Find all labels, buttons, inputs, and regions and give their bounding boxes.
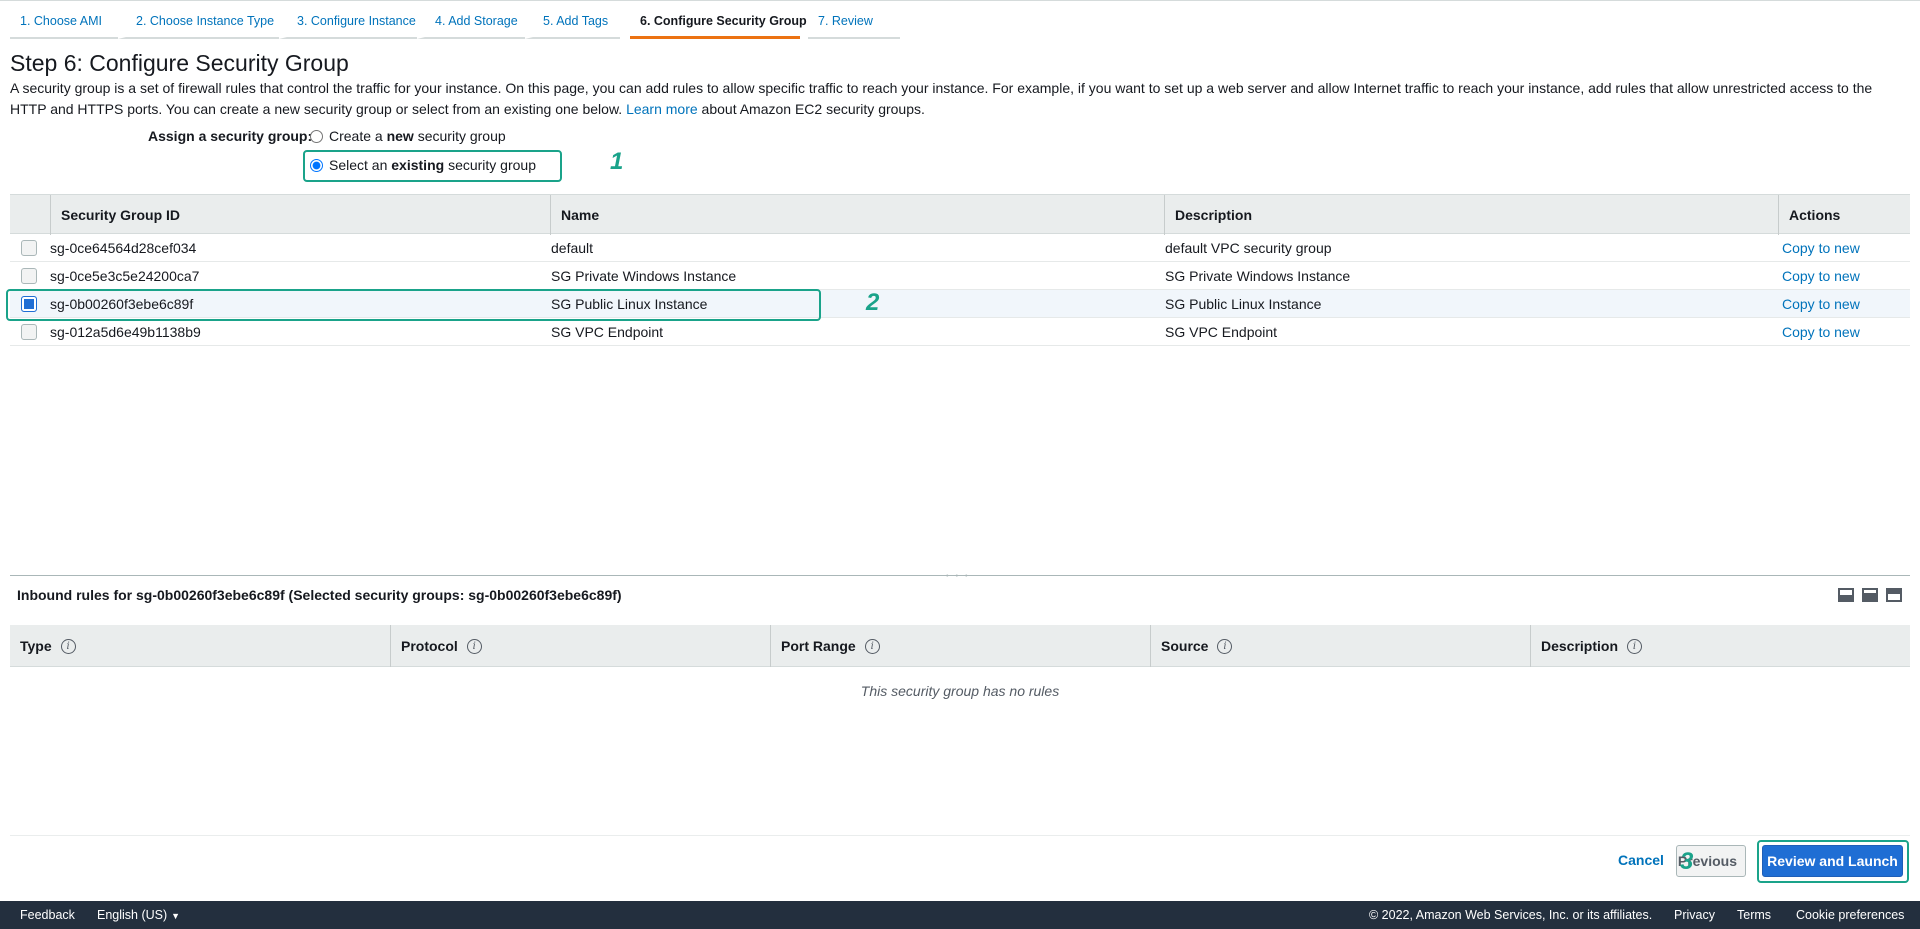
wizard-tabs: 1. Choose AMI 2. Choose Instance Type 3.… [0,0,1920,39]
sg-name: SG VPC Endpoint [551,324,664,340]
tab-configure-security-group[interactable]: 6. Configure Security Group [630,11,807,39]
caret-down-icon: ▼ [171,911,181,921]
annotation-box-1 [303,150,562,182]
rules-col-port-range-label: Port Range [781,638,856,654]
row-checkbox[interactable] [21,268,37,284]
copy-to-new-link[interactable]: Copy to new [1782,318,1860,346]
info-icon[interactable]: i [1217,638,1233,654]
page-intro: A security group is a set of firewall ru… [10,78,1900,120]
sg-col-actions: Actions [1778,195,1910,235]
sg-id: sg-012a5d6e49b1138b9 [50,324,201,340]
row-checkbox[interactable] [21,240,37,256]
sg-name: SG Private Windows Instance [551,268,737,284]
copyright-text: © 2022, Amazon Web Services, Inc. or its… [1369,908,1653,922]
panel-view-controls [1838,588,1902,602]
sg-col-id[interactable]: Security Group ID [50,195,550,235]
tab-add-storage[interactable]: 4. Add Storage [417,11,525,39]
feedback-link[interactable]: Feedback [20,901,75,929]
annotation-box-3 [1757,840,1909,883]
no-rules-message: This security group has no rules [860,683,1060,699]
annotation-box-2 [6,289,821,321]
create-new-sg-option[interactable]: Create a new security group [310,128,506,144]
rules-col-source-label: Source [1161,638,1209,654]
annotation-number-1: 1 [610,148,624,175]
console-footer: Feedback English (US) ▼ © 2022, Amazon We… [0,901,1920,929]
table-row[interactable]: sg-012a5d6e49b1138b9 SG VPC Endpoint SG … [10,318,1910,346]
tab-review[interactable]: 7. Review [808,11,900,39]
intro-suffix: about Amazon EC2 security groups. [701,101,925,117]
copy-to-new-link[interactable]: Copy to new [1782,234,1860,262]
splitter-grip-icon[interactable]: ˚ ˚ ˚ [946,574,970,584]
rules-col-description: Description i [1530,625,1910,667]
create-bold: new [386,128,414,144]
create-new-sg-radio[interactable] [310,129,323,143]
cookie-preferences-link[interactable]: Cookie preferences [1796,901,1904,929]
sg-description: SG VPC Endpoint [1165,324,1278,340]
rules-col-type: Type i [10,625,390,667]
copy-to-new-link[interactable]: Copy to new [1782,290,1860,318]
rules-col-description-label: Description [1541,638,1619,654]
page-title: Step 6: Configure Security Group [10,50,349,76]
learn-more-link[interactable]: Learn more [626,101,698,117]
create-post: security group [417,128,506,144]
intro-text: A security group is a set of firewall ru… [10,80,1873,117]
row-checkbox[interactable] [21,324,37,340]
info-icon[interactable]: i [466,638,482,654]
create-pre: Create a [329,128,383,144]
sg-description: SG Private Windows Instance [1165,268,1351,284]
table-row[interactable]: sg-0ce64564d28cef034 default default VPC… [10,234,1910,262]
privacy-link[interactable]: Privacy [1674,901,1715,929]
copy-to-new-link[interactable]: Copy to new [1782,262,1860,290]
panel-maximize-icon[interactable] [1886,588,1902,602]
info-icon[interactable]: i [60,638,76,654]
inbound-rules-header: Type i Protocol i Port Range i Source i Desc… [10,625,1910,667]
rules-col-port-range: Port Range i [770,625,1150,667]
annotation-number-3: 3 [1680,848,1694,875]
security-group-table: Security Group ID Name Description Actio… [10,194,1910,346]
tab-add-tags[interactable]: 5. Add Tags [525,11,620,39]
sg-table-header: Security Group ID Name Description Actio… [10,194,1910,235]
terms-link[interactable]: Terms [1737,901,1771,929]
sg-id: sg-0ce64564d28cef034 [50,240,197,256]
sg-id: sg-0ce5e3c5e24200ca7 [50,268,200,284]
assign-security-group-label: Assign a security group: [148,128,313,144]
info-icon[interactable]: i [1627,638,1643,654]
rules-col-protocol: Protocol i [390,625,770,667]
language-selector[interactable]: English (US) ▼ [97,901,180,929]
language-label: English (US) [97,908,168,922]
sg-description: SG Public Linux Instance [1165,296,1322,312]
sg-description: default VPC security group [1165,240,1332,256]
annotation-number-2: 2 [866,289,880,316]
info-icon[interactable]: i [864,638,880,654]
rules-col-protocol-label: Protocol [401,638,458,654]
tab-choose-instance-type[interactable]: 2. Choose Instance Type [118,11,279,39]
sg-col-description[interactable]: Description [1164,195,1778,235]
inbound-rules-title: Inbound rules for sg-0b00260f3ebe6c89f (… [17,587,622,603]
rules-col-source: Source i [1150,625,1530,667]
tab-configure-instance[interactable]: 3. Configure Instance [279,11,417,39]
actions-divider [10,835,1910,836]
panel-collapse-icon[interactable] [1838,588,1854,602]
sg-col-name[interactable]: Name [550,195,1164,235]
cancel-button[interactable]: Cancel [1618,852,1664,868]
panel-half-icon[interactable] [1862,588,1878,602]
sg-name: default [551,240,594,256]
table-row[interactable]: sg-0ce5e3c5e24200ca7 SG Private Windows … [10,262,1910,290]
rules-col-type-label: Type [20,638,52,654]
tab-choose-ami[interactable]: 1. Choose AMI [10,11,118,39]
